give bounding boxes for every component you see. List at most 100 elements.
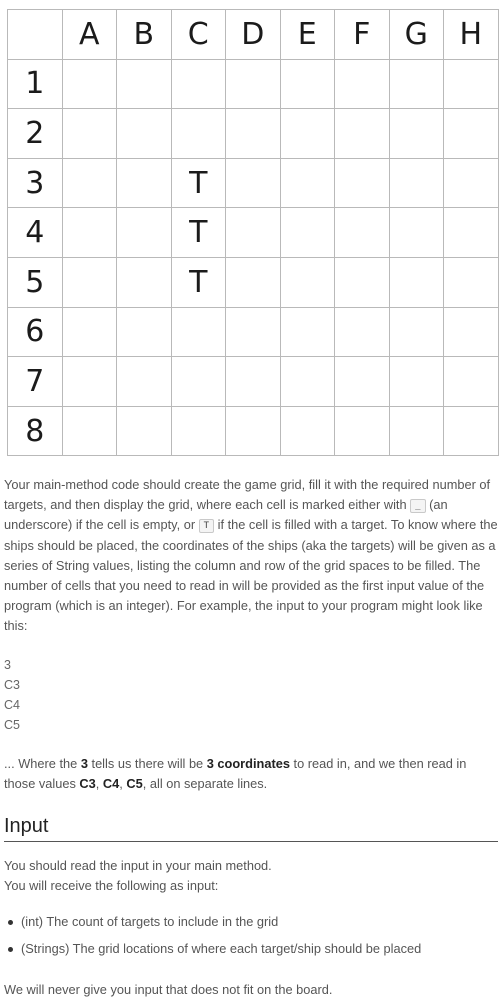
grid-row: 3T [7, 157, 499, 209]
grid-cell [116, 58, 172, 110]
grid-row: 5T [7, 256, 499, 308]
grid-cell [61, 405, 117, 457]
grid-cell [388, 405, 444, 457]
grid-cell [334, 356, 390, 407]
grid-cell [225, 157, 281, 209]
input-intro: You should read the input in your main m… [4, 856, 498, 896]
grid-cell: T [170, 256, 226, 308]
input-line-1: You should read the input in your main m… [4, 858, 272, 873]
grid-cell [116, 157, 172, 209]
grid-cell [334, 157, 390, 209]
grid-cell [443, 108, 499, 159]
column-header: B [116, 9, 172, 60]
code-target: T [198, 519, 215, 534]
column-header: E [279, 9, 335, 60]
bold-text: 3 coordinates [206, 756, 290, 771]
grid-cell [279, 207, 335, 258]
grid-cell [388, 157, 444, 209]
grid-cell [116, 405, 172, 457]
input-heading: Input [4, 815, 498, 842]
grid-cell [116, 306, 172, 358]
grid-cell [225, 58, 281, 110]
grid-row: 7 [7, 356, 499, 407]
para-text: , [95, 776, 103, 792]
grid-row: 1 [7, 58, 499, 110]
grid-cell [279, 58, 335, 110]
row-header: 6 [7, 306, 63, 358]
grid-row: 2 [7, 108, 499, 159]
bold-text: 3 [80, 756, 88, 771]
sample-line: C4 [4, 698, 20, 712]
grid-cell: T [170, 207, 226, 258]
grid-cell [61, 256, 117, 308]
grid-row: 4T [7, 207, 499, 258]
grid-cell [279, 306, 335, 358]
grid-cell [116, 108, 172, 159]
grid-cell [279, 157, 335, 209]
grid-cell [61, 58, 117, 110]
grid-row: 6 [7, 306, 499, 358]
row-header: 8 [7, 405, 63, 457]
column-header: C [170, 9, 226, 60]
grid-cell [116, 356, 172, 407]
list-item: (int) The count of targets to include in… [4, 912, 498, 932]
grid-header-row: ABCDEFGH [7, 9, 499, 60]
column-header: A [61, 9, 117, 60]
grid-cell [443, 256, 499, 308]
grid-cell [279, 356, 335, 407]
column-header: G [388, 9, 444, 60]
input-bullet-list: (int) The count of targets to include in… [4, 912, 498, 966]
para-text: if the cell is filled with a target. To … [4, 517, 498, 634]
footer-note: We will never give you input that does n… [4, 982, 333, 997]
grid-body: ABCDEFGH123T4T5T678 [7, 9, 499, 457]
sample-input: 3 C3 C4 C5 [4, 655, 20, 735]
grid-cell [61, 157, 117, 209]
para-text: ... Where the [4, 756, 81, 771]
grid-cell [388, 256, 444, 308]
sample-line: C3 [4, 678, 20, 692]
grid-cell [443, 306, 499, 358]
grid-cell [170, 58, 226, 110]
grid-cell [279, 405, 335, 457]
grid-cell [388, 207, 444, 258]
grid-cell [334, 256, 390, 308]
sample-line: C5 [4, 718, 20, 732]
row-header: 3 [7, 157, 63, 209]
sample-line: 3 [4, 658, 11, 672]
column-header: H [443, 9, 499, 60]
description-paragraph: Your main-method code should create the … [4, 475, 498, 637]
grid-cell [225, 405, 281, 457]
grid-cell [388, 108, 444, 159]
bold-text: C4 [102, 776, 120, 792]
grid-corner [7, 9, 63, 60]
grid-cell [279, 108, 335, 159]
row-header: 2 [7, 108, 63, 159]
column-header: F [334, 9, 390, 60]
row-header: 5 [7, 256, 63, 308]
grid-cell [116, 256, 172, 308]
bold-text: C3 [79, 776, 96, 792]
grid-cell [334, 108, 390, 159]
code-underscore: _ [410, 499, 426, 514]
row-header: 1 [7, 58, 63, 110]
row-header: 7 [7, 356, 63, 407]
grid-cell [279, 256, 335, 308]
column-header: D [225, 9, 281, 60]
game-grid: ABCDEFGH123T4T5T678 [7, 9, 499, 457]
grid-cell [225, 207, 281, 258]
grid-cell [61, 306, 117, 358]
grid-cell [443, 405, 499, 457]
grid-cell [388, 356, 444, 407]
grid-cell [443, 356, 499, 407]
grid-row: 8 [7, 405, 499, 457]
grid-cell [225, 256, 281, 308]
para-text: , all on separate lines. [142, 776, 268, 792]
grid-cell [170, 306, 226, 358]
list-item: (Strings) The grid locations of where ea… [4, 939, 498, 959]
row-header: 4 [7, 207, 63, 258]
grid-cell [170, 356, 226, 407]
grid-cell [443, 207, 499, 258]
grid-cell [61, 207, 117, 258]
grid-cell [334, 405, 390, 457]
grid-cell [334, 58, 390, 110]
